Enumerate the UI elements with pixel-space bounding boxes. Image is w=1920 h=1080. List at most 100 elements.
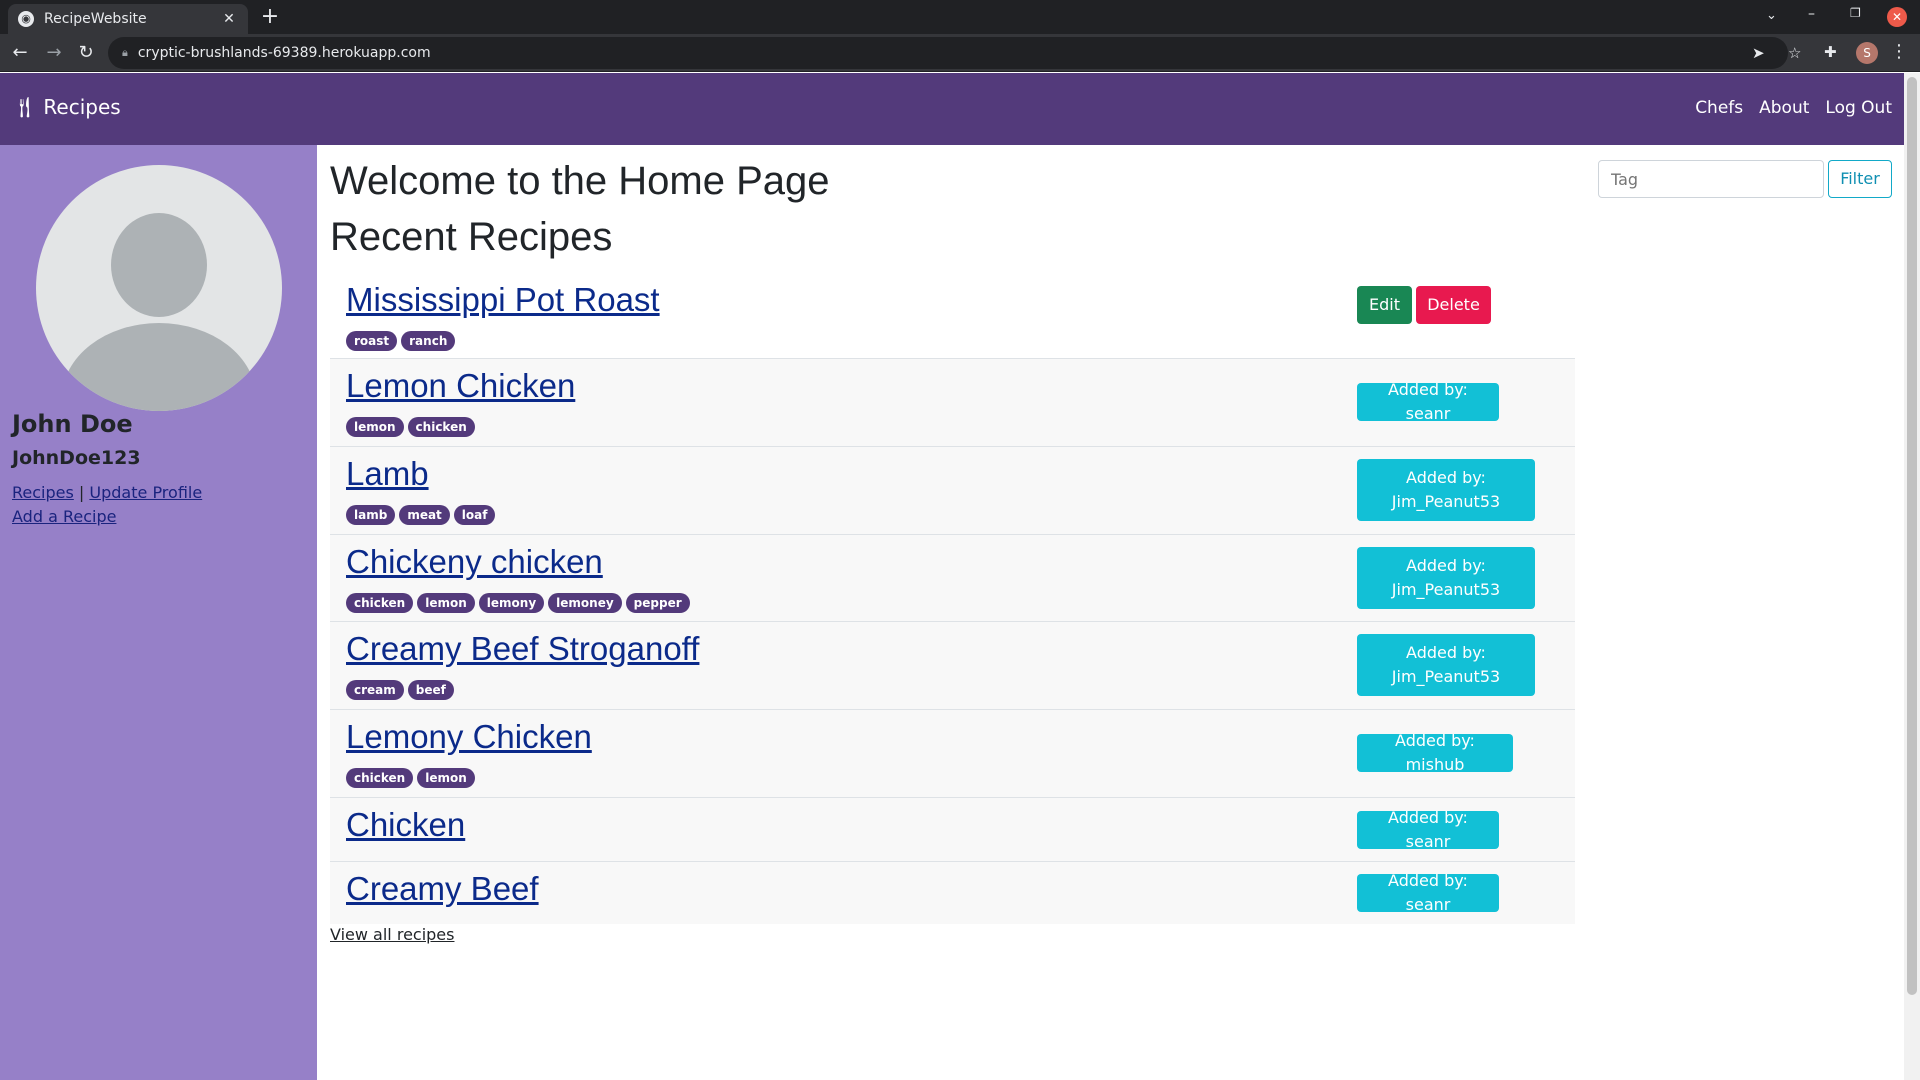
added-by-button[interactable]: Added by: seanr — [1357, 871, 1499, 914]
utensils-icon: 🍴︎ — [12, 95, 38, 119]
extensions-icon[interactable]: ✚ — [1824, 43, 1837, 61]
tag-badge[interactable]: lemony — [478, 593, 545, 613]
tag-list: chicken lemon — [346, 768, 475, 788]
tag-badge[interactable]: lemon — [346, 417, 404, 437]
tag-list: cream beef — [346, 680, 454, 700]
profile-avatar[interactable]: S — [1856, 42, 1878, 64]
browser-tab[interactable]: ◉ RecipeWebsite ✕ — [8, 4, 248, 34]
tag-badge[interactable]: roast — [346, 331, 398, 351]
recipe-title-link[interactable]: Lamb — [346, 455, 429, 493]
tag-list: roast ranch — [346, 331, 456, 351]
nav-link-chefs[interactable]: Chefs — [1695, 98, 1743, 118]
tag-badge[interactable]: lemon — [417, 593, 475, 613]
added-by-user: Jim_Peanut53 — [1391, 580, 1501, 599]
recipe-row: Chickeny chicken chicken lemon lemony le… — [330, 535, 1575, 622]
added-by-user: Jim_Peanut53 — [1391, 667, 1501, 686]
tab-title: RecipeWebsite — [44, 11, 147, 27]
url-text: cryptic-brushlands-69389.herokuapp.com — [137, 45, 431, 61]
section-title: Recent Recipes — [330, 215, 613, 259]
added-by-label: Added by: — [1406, 643, 1486, 662]
user-full-name: John Doe — [12, 410, 133, 438]
avatar-body-shape — [62, 323, 256, 411]
nav-link-logout[interactable]: Log Out — [1825, 98, 1892, 118]
browser-tab-bar: ◉ RecipeWebsite ✕ + ⌄ – ❐ ✕ — [0, 0, 1920, 34]
recipe-row: Lamb lamb meat loaf Added by: Jim_Peanut… — [330, 447, 1575, 535]
added-by-button[interactable]: Added by: mishub — [1357, 731, 1513, 774]
added-by-button[interactable]: Added by: seanr — [1357, 380, 1499, 423]
avatar-head-shape — [111, 213, 207, 317]
browser-toolbar: ← → ↻ 🔒︎ cryptic-brushlands-69389.heroku… — [0, 34, 1920, 72]
added-by-button[interactable]: Added by: Jim_Peanut53 — [1357, 634, 1535, 696]
filter-button[interactable]: Filter — [1828, 160, 1892, 198]
tag-list: lemon chicken — [346, 417, 475, 437]
recipe-title-link[interactable]: Creamy Beef Stroganoff — [346, 630, 699, 668]
scrollbar-thumb[interactable] — [1907, 77, 1917, 995]
recipe-title-link[interactable]: Creamy Beef — [346, 870, 539, 908]
recipe-title-link[interactable]: Lemon Chicken — [346, 367, 575, 405]
tag-badge[interactable]: pepper — [625, 593, 690, 613]
added-by-button[interactable]: Added by: Jim_Peanut53 — [1357, 459, 1535, 521]
reload-icon[interactable]: ↻ — [74, 41, 98, 65]
recipe-row: Lemon Chicken lemon chicken Added by: se… — [330, 359, 1575, 447]
send-icon[interactable]: ➤ — [1752, 37, 1765, 69]
update-profile-link[interactable]: Update Profile — [89, 483, 202, 502]
profile-sidebar: John Doe JohnDoe123 Recipes | Update Pro… — [0, 145, 317, 1080]
tag-badge[interactable]: chicken — [346, 768, 414, 788]
star-icon[interactable]: ☆ — [1788, 37, 1801, 69]
restore-icon[interactable]: ❐ — [1850, 6, 1861, 20]
recipe-row: Creamy Beef Stroganoff cream beef Added … — [330, 622, 1575, 710]
tag-badge[interactable]: loaf — [453, 505, 496, 525]
forward-arrow-icon[interactable]: → — [42, 41, 66, 65]
address-bar[interactable]: 🔒︎ cryptic-brushlands-69389.herokuapp.co… — [108, 37, 1801, 69]
chevron-down-icon[interactable]: ⌄ — [1766, 8, 1777, 23]
avatar — [36, 165, 282, 411]
nav-link-about[interactable]: About — [1759, 98, 1809, 118]
recipes-link[interactable]: Recipes — [12, 483, 74, 502]
site-navbar: 🍴︎ Recipes Chefs About Log Out — [0, 73, 1904, 145]
tag-badge[interactable]: ranch — [401, 331, 456, 351]
tag-badge[interactable]: meat — [399, 505, 450, 525]
sidebar-links: Recipes | Update Profile Add a Recipe — [12, 481, 202, 529]
tag-badge[interactable]: cream — [346, 680, 404, 700]
tag-badge[interactable]: beef — [407, 680, 454, 700]
recipe-row: Creamy Beef Added by: seanr — [330, 862, 1575, 924]
tag-badge[interactable]: lemoney — [548, 593, 622, 613]
added-by-label: Added by: — [1406, 468, 1486, 487]
back-arrow-icon[interactable]: ← — [8, 41, 32, 65]
recipe-row: Lemony Chicken chicken lemon Added by: m… — [330, 710, 1575, 798]
recipe-title-link[interactable]: Chicken — [346, 806, 465, 844]
new-tab-icon[interactable]: + — [258, 5, 282, 29]
close-icon[interactable]: ✕ — [220, 11, 238, 27]
globe-icon: ◉ — [18, 11, 34, 27]
recipe-title-link[interactable]: Mississippi Pot Roast — [346, 281, 660, 319]
tag-list: lamb meat loaf — [346, 505, 496, 525]
tag-badge[interactable]: lamb — [346, 505, 396, 525]
recipe-title-link[interactable]: Chickeny chicken — [346, 543, 603, 581]
tag-badge[interactable]: chicken — [346, 593, 414, 613]
minimize-icon[interactable]: – — [1808, 6, 1815, 22]
recipe-title-link[interactable]: Lemony Chicken — [346, 718, 592, 756]
page-title: Welcome to the Home Page — [330, 159, 830, 203]
recipe-row: Mississippi Pot Roast roast ranch Edit D… — [330, 273, 1575, 359]
brand-label: Recipes — [43, 95, 121, 119]
recipe-list: Mississippi Pot Roast roast ranch Edit D… — [330, 273, 1575, 924]
brand-link[interactable]: 🍴︎ Recipes — [12, 95, 121, 119]
nav-links: Chefs About Log Out — [1695, 98, 1892, 118]
tag-filter-input[interactable] — [1598, 160, 1824, 198]
view-all-recipes-link[interactable]: View all recipes — [330, 925, 454, 944]
lock-icon: 🔒︎ — [122, 46, 128, 59]
window-close-icon[interactable]: ✕ — [1887, 7, 1907, 27]
edit-button[interactable]: Edit — [1357, 286, 1412, 324]
tag-list: chicken lemon lemony lemoney pepper — [346, 593, 690, 613]
added-by-button[interactable]: Added by: Jim_Peanut53 — [1357, 547, 1535, 609]
added-by-button[interactable]: Added by: seanr — [1357, 808, 1499, 851]
tag-badge[interactable]: lemon — [417, 768, 475, 788]
added-by-label: Added by: — [1406, 556, 1486, 575]
delete-button[interactable]: Delete — [1416, 286, 1491, 324]
add-recipe-link[interactable]: Add a Recipe — [12, 507, 116, 526]
added-by-user: Jim_Peanut53 — [1391, 492, 1501, 511]
page-scrollbar[interactable] — [1904, 73, 1920, 1080]
user-username: JohnDoe123 — [12, 447, 141, 469]
tag-badge[interactable]: chicken — [407, 417, 475, 437]
menu-dots-icon[interactable]: ⋮ — [1890, 41, 1908, 62]
